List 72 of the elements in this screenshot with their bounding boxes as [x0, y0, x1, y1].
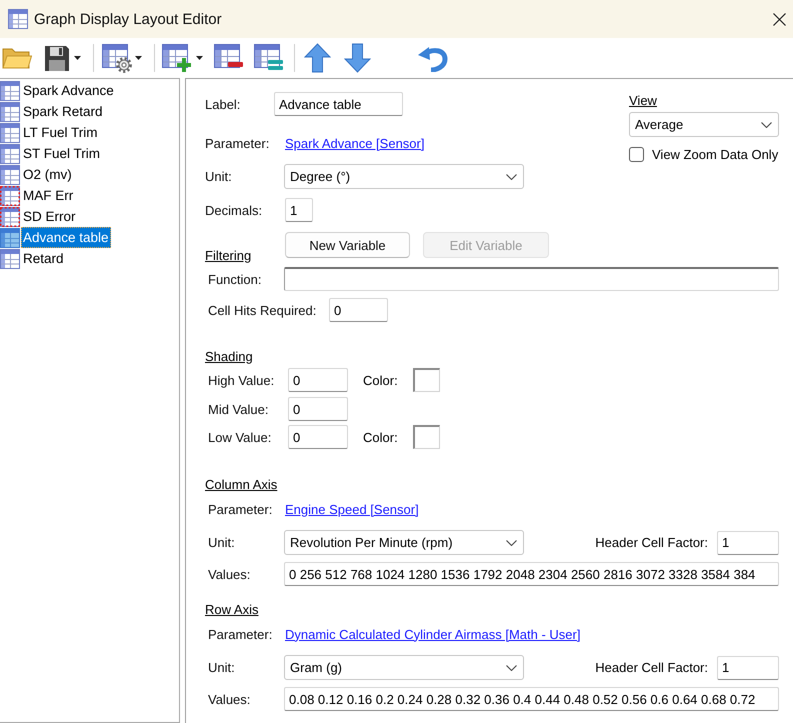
- parameter-link[interactable]: Spark Advance [Sensor]: [285, 136, 424, 150]
- parameter-link[interactable]: Dynamic Calculated Cylinder Airmass [Math - User]: [285, 626, 580, 642]
- list-item[interactable]: MAF Err: [21, 185, 76, 206]
- unit-dropdown[interactable]: Degree (°): [284, 164, 524, 189]
- section-heading: Row Axis: [205, 603, 258, 617]
- arrow-down-icon[interactable]: [344, 43, 371, 73]
- table-icon: [8, 9, 28, 29]
- color-swatch[interactable]: [413, 425, 440, 449]
- cell-hits-field[interactable]: 0: [329, 298, 388, 322]
- checkbox-label: View Zoom Data Only: [652, 147, 778, 162]
- label-field[interactable]: Advance table: [274, 92, 403, 116]
- section-heading: Filtering: [205, 249, 252, 263]
- field-label: Cell Hits Required:: [208, 302, 318, 318]
- checkbox[interactable]: [629, 147, 644, 162]
- unit-dropdown[interactable]: Gram (g): [284, 655, 524, 680]
- field-label: Color:: [363, 430, 399, 444]
- section-heading: View: [629, 94, 657, 108]
- field-label: Color:: [363, 372, 399, 388]
- list-item[interactable]: SD Error: [21, 206, 78, 227]
- field-label: High Value:: [208, 372, 276, 388]
- field-label: Header Cell Factor:: [595, 535, 708, 550]
- factor-field[interactable]: 1: [717, 656, 779, 680]
- field-label: Decimals:: [205, 202, 264, 218]
- field-label: Unit:: [205, 169, 233, 184]
- undo-icon[interactable]: [417, 44, 449, 72]
- function-field[interactable]: [284, 267, 779, 291]
- list-item[interactable]: ST Fuel Trim: [21, 143, 102, 164]
- color-swatch[interactable]: [413, 368, 440, 392]
- variable-button[interactable]: New Variable: [285, 232, 410, 258]
- chevron-down-icon: [506, 540, 517, 546]
- list-item[interactable]: Retard: [21, 248, 66, 269]
- close-icon[interactable]: [773, 12, 786, 26]
- table-gear-icon[interactable]: [102, 43, 132, 73]
- caret-icon[interactable]: [196, 56, 203, 60]
- arrow-up-icon[interactable]: [304, 43, 331, 73]
- values-field[interactable]: 0 256 512 768 1024 1280 1536 1792 2048 2304 2560 2816 3072 3328 3584 384: [284, 562, 779, 586]
- list-item[interactable]: LT Fuel Trim: [21, 122, 100, 143]
- field-label: Values:: [208, 566, 252, 582]
- parameter-link[interactable]: Engine Speed [Sensor]: [285, 502, 419, 516]
- value-field[interactable]: 0: [288, 368, 348, 392]
- field-label: Unit:: [208, 660, 236, 675]
- field-label: Parameter:: [208, 626, 274, 642]
- list-item[interactable]: Spark Retard: [21, 101, 105, 122]
- field-label: Function:: [208, 272, 262, 286]
- section-heading: Column Axis: [205, 478, 278, 492]
- caret-icon[interactable]: [74, 56, 81, 60]
- chevron-down-icon: [506, 174, 517, 180]
- factor-field[interactable]: 1: [717, 530, 779, 554]
- section-heading: Shading: [205, 350, 253, 364]
- field-label: Label:: [205, 96, 242, 112]
- field-label: Mid Value:: [208, 402, 270, 416]
- field-label: Values:: [208, 692, 252, 706]
- field-label: Header Cell Factor:: [595, 660, 708, 675]
- value-field[interactable]: 0: [288, 397, 348, 421]
- unit-dropdown[interactable]: Revolution Per Minute (rpm): [284, 530, 524, 555]
- values-field[interactable]: 0.08 0.12 0.16 0.2 0.24 0.28 0.32 0.36 0.4 0.44 0.48 0.52 0.56 0.6 0.64 0.68 0.72: [284, 687, 779, 711]
- view-dropdown[interactable]: Average: [629, 112, 779, 137]
- table-equals-icon[interactable]: [254, 43, 284, 73]
- chevron-down-icon: [506, 664, 517, 670]
- chevron-down-icon: [761, 122, 772, 128]
- caret-icon[interactable]: [135, 56, 142, 60]
- field-label: Low Value:: [208, 430, 272, 444]
- table-add-icon[interactable]: [162, 43, 192, 73]
- value-field[interactable]: 0: [288, 425, 348, 449]
- window-title: Graph Display Layout Editor: [34, 10, 222, 28]
- list-item[interactable]: Advance table: [21, 227, 111, 248]
- list-item[interactable]: O2 (mv): [21, 164, 74, 185]
- decimals-field[interactable]: 1: [285, 198, 313, 222]
- field-label: Unit:: [208, 535, 236, 550]
- list-item[interactable]: Spark Advance: [21, 80, 116, 101]
- field-label: Parameter:: [205, 136, 270, 150]
- field-label: Parameter:: [208, 502, 274, 516]
